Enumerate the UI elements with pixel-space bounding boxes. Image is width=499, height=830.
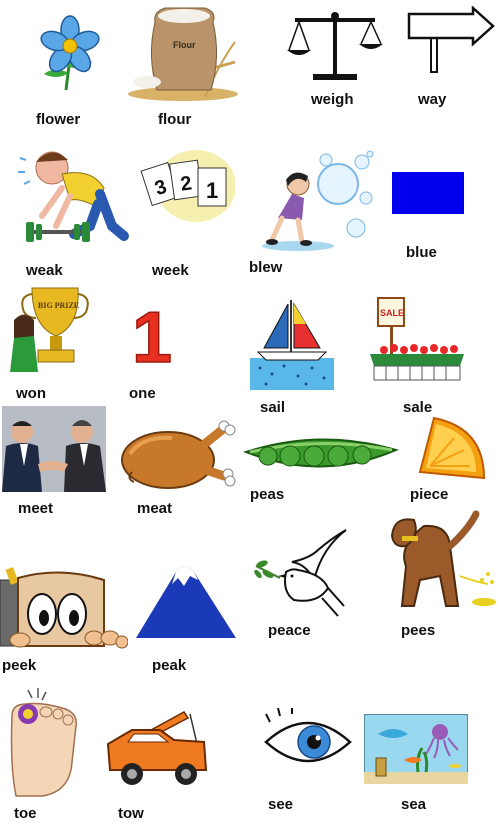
dove-icon bbox=[252, 528, 352, 618]
flour-sack-icon: Flour bbox=[125, 2, 240, 102]
word-label: peas bbox=[250, 486, 285, 503]
blue-square-icon bbox=[392, 172, 464, 214]
word-label: meet bbox=[18, 500, 54, 517]
sack-label: Flour bbox=[173, 40, 196, 50]
word-label: sea bbox=[401, 796, 427, 813]
sale-sign-label: SALE bbox=[380, 308, 404, 318]
page-digit: 1 bbox=[206, 178, 218, 203]
numeral: 1 bbox=[132, 300, 172, 366]
word-label: peace bbox=[268, 622, 311, 639]
word-label: flour bbox=[158, 111, 192, 128]
word-label: sail bbox=[260, 399, 286, 416]
weightlifter-icon bbox=[12, 138, 132, 256]
word-label: flower bbox=[36, 111, 81, 128]
roast-chicken-icon bbox=[112, 416, 236, 492]
eye-icon bbox=[262, 708, 354, 772]
number-one-icon: 1 bbox=[130, 300, 174, 366]
trophy-icon: BIG PRIZE bbox=[8, 282, 94, 380]
pea-pod-icon bbox=[242, 432, 400, 476]
hurt-toe-icon bbox=[2, 686, 82, 798]
word-label: weigh bbox=[311, 91, 354, 108]
blue-swatch bbox=[392, 172, 464, 214]
word-label: pees bbox=[401, 622, 436, 639]
word-label: peak bbox=[152, 657, 187, 674]
word-label: toe bbox=[14, 805, 37, 822]
word-label: see bbox=[268, 796, 294, 813]
handshake-icon bbox=[2, 406, 106, 492]
sea-aquarium-icon bbox=[364, 714, 468, 784]
word-label: way bbox=[418, 91, 447, 108]
orange-slice-icon bbox=[414, 414, 488, 480]
word-label: won bbox=[16, 385, 46, 402]
sailboat-icon bbox=[250, 292, 334, 390]
direction-sign-icon bbox=[405, 6, 497, 74]
market-stall-icon: SALE bbox=[356, 294, 472, 386]
word-label: piece bbox=[410, 486, 449, 503]
dog-icon bbox=[384, 506, 498, 614]
tow-truck-icon bbox=[104, 708, 214, 788]
bubble-blowing-icon bbox=[258, 148, 380, 256]
word-label: weak bbox=[26, 262, 63, 279]
trophy-label: BIG PRIZE bbox=[38, 301, 79, 310]
word-label: blue bbox=[406, 244, 437, 261]
peeking-eyes-icon bbox=[0, 566, 128, 652]
flower-icon bbox=[30, 12, 105, 92]
mountain-peak-icon bbox=[134, 558, 238, 640]
calendar-pages-icon: 3 2 1 bbox=[140, 150, 235, 230]
word-label: week bbox=[152, 262, 189, 279]
word-label: tow bbox=[118, 805, 144, 822]
balance-scale-icon bbox=[285, 6, 385, 86]
word-label: peek bbox=[2, 657, 37, 674]
word-label: blew bbox=[249, 259, 283, 276]
word-label: meat bbox=[137, 500, 173, 517]
word-label: one bbox=[129, 385, 156, 402]
